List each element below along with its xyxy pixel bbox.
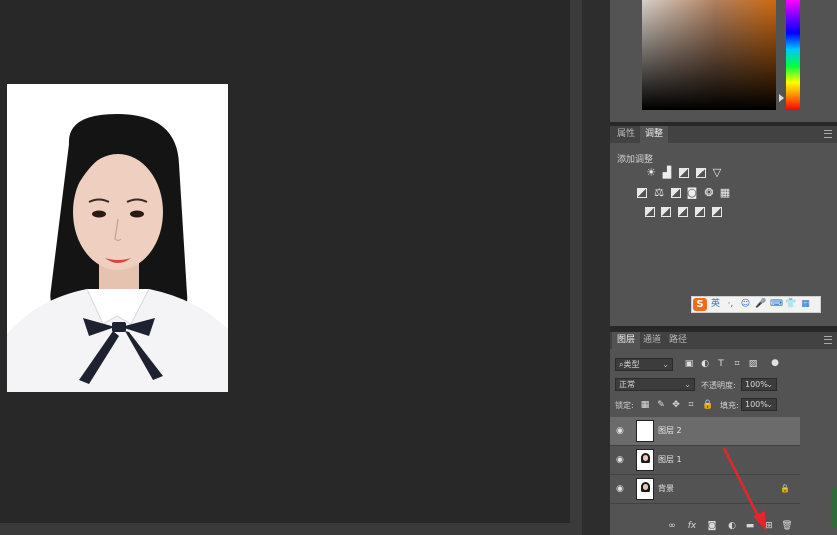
invert-icon[interactable] <box>645 207 655 217</box>
hue-pointer-icon[interactable] <box>779 94 784 102</box>
gradient-map-icon[interactable] <box>712 207 722 217</box>
lock-transparent-icon[interactable]: ▦ <box>640 400 650 410</box>
layer-row[interactable]: ◉ 图层 2 <box>610 417 800 446</box>
blend-mode-value: 正常 <box>619 380 635 389</box>
microphone-icon[interactable]: 🎤 <box>755 297 766 312</box>
lock-label: 锁定: <box>615 401 634 410</box>
panel-menu-icon[interactable] <box>824 130 832 138</box>
smart-object-filter-icon[interactable]: ▨ <box>748 359 758 369</box>
sogou-logo-icon[interactable]: S <box>693 298 707 311</box>
layer-thumbnail <box>636 478 654 500</box>
lock-position-icon[interactable]: ✥ <box>671 400 681 410</box>
layers-bottom-toolbar: ∞ fx ◙ ◐ ▬ ⊞ 🗑 <box>610 518 837 535</box>
folder-icon[interactable]: ▬ <box>744 520 756 532</box>
channel-mixer-icon[interactable]: ❂ <box>703 187 715 199</box>
adjustments-tabbar: 属性 调整 <box>610 126 837 143</box>
visibility-eye-icon[interactable]: ◉ <box>616 455 626 465</box>
color-lookup-icon[interactable]: ▦ <box>719 187 731 199</box>
link-icon[interactable]: ∞ <box>666 520 678 532</box>
ime-toolbar[interactable]: S 英 ·, ☺ 🎤 ⌨ 👕 ▦ <box>691 296 821 313</box>
layer-lock-icon: 🔒 <box>780 484 790 493</box>
adjustment-filter-icon[interactable]: ◐ <box>700 359 710 369</box>
horizontal-scrollbar[interactable] <box>0 523 570 535</box>
levels-icon[interactable]: ▟ <box>661 167 673 179</box>
vertical-scrollbar[interactable] <box>570 0 582 535</box>
shape-filter-icon[interactable]: ⌗ <box>732 359 742 369</box>
add-adjustment-label: 添加调整 <box>617 155 654 165</box>
opacity-input[interactable]: 100% ⌄ <box>741 378 777 391</box>
visibility-eye-icon[interactable]: ◉ <box>616 426 626 436</box>
new-layer-icon[interactable]: ⊞ <box>763 520 775 532</box>
adjustment-icon[interactable]: ◐ <box>726 520 738 532</box>
vibrance-icon[interactable]: ▽ <box>711 167 723 179</box>
tab-layers[interactable]: 图层 <box>612 332 641 349</box>
blend-mode-select[interactable]: 正常 ⌄ <box>615 378 695 391</box>
chevron-down-icon: ⌄ <box>684 380 691 389</box>
tab-paths[interactable]: 路径 <box>664 332 692 349</box>
posterize-icon[interactable] <box>661 207 671 217</box>
layer-thumbnail <box>636 420 654 442</box>
type-filter-icon[interactable]: T <box>716 359 726 369</box>
trash-icon[interactable]: 🗑 <box>781 520 793 532</box>
toolbox-icon[interactable]: ▦ <box>800 297 811 312</box>
threshold-icon[interactable] <box>678 207 688 217</box>
brightness-icon[interactable]: ☀ <box>645 167 657 179</box>
layer-thumbnail <box>636 449 654 471</box>
layer-name[interactable]: 图层 2 <box>658 417 682 445</box>
color-balance-icon[interactable]: ⚖ <box>653 187 665 199</box>
layer-name[interactable]: 背景 <box>658 475 674 503</box>
ime-english-toggle[interactable]: 英 <box>710 297 721 312</box>
panel-menu-icon[interactable] <box>824 336 832 344</box>
color-saturation-field[interactable] <box>642 0 776 110</box>
chevron-down-icon: ⌄ <box>662 360 669 369</box>
panel-dock-divider <box>582 0 610 535</box>
document-canvas[interactable] <box>0 0 570 535</box>
tab-properties[interactable]: 属性 <box>612 126 640 143</box>
visibility-eye-icon[interactable]: ◉ <box>616 484 626 494</box>
black-white-icon[interactable] <box>671 188 681 198</box>
fill-value: 100% <box>745 400 768 409</box>
hue-saturation-icon[interactable] <box>637 188 647 198</box>
layers-tabbar: 图层 通道 路径 <box>610 332 837 349</box>
layer-name[interactable]: 图层 1 <box>658 446 682 474</box>
emoji-icon[interactable]: ☺ <box>740 297 751 312</box>
chevron-down-icon: ⌄ <box>766 400 773 409</box>
fill-input[interactable]: 100% ⌄ <box>741 398 777 411</box>
opacity-value: 100% <box>745 380 768 389</box>
layer-row[interactable]: ◉ 图层 1 <box>610 446 800 475</box>
layer-filter-select[interactable]: ⌕类型 ⌄ <box>615 358 673 371</box>
lock-image-icon[interactable]: ✎ <box>656 400 666 410</box>
fill-label: 填充: <box>720 401 739 410</box>
hue-slider[interactable] <box>786 0 800 110</box>
layers-panel: 图层 通道 路径 ⌕类型 ⌄ ▣ ◐ T ⌗ ▨ ● 正常 ⌄ 不透明度: 100%… <box>610 332 837 535</box>
curves-icon[interactable] <box>679 168 689 178</box>
tab-adjustments[interactable]: 调整 <box>640 126 669 143</box>
photo-filter-icon[interactable]: ◙ <box>686 187 698 199</box>
selective-color-icon[interactable] <box>695 207 705 217</box>
mask-icon[interactable]: ◙ <box>706 520 718 532</box>
pixel-filter-icon[interactable]: ▣ <box>684 359 694 369</box>
layer-row[interactable]: ◉ 背景 🔒 <box>610 475 800 504</box>
skin-icon[interactable]: 👕 <box>785 297 796 312</box>
portrait-photo <box>7 84 228 392</box>
lock-artboard-icon[interactable]: ⌗ <box>686 400 696 410</box>
exposure-icon[interactable] <box>696 168 706 178</box>
tab-channels[interactable]: 通道 <box>638 332 666 349</box>
filter-kind-value: 类型 <box>623 360 640 369</box>
punctuation-icon[interactable]: ·, <box>725 297 736 312</box>
chevron-down-icon: ⌄ <box>766 380 773 389</box>
taskbar-indicator <box>831 488 837 528</box>
filter-toggle-icon[interactable]: ● <box>770 358 780 368</box>
opacity-label: 不透明度: <box>701 381 736 390</box>
keyboard-icon[interactable]: ⌨ <box>770 297 783 312</box>
lock-all-icon[interactable]: 🔒 <box>702 400 713 410</box>
fx-icon[interactable]: fx <box>686 520 698 532</box>
